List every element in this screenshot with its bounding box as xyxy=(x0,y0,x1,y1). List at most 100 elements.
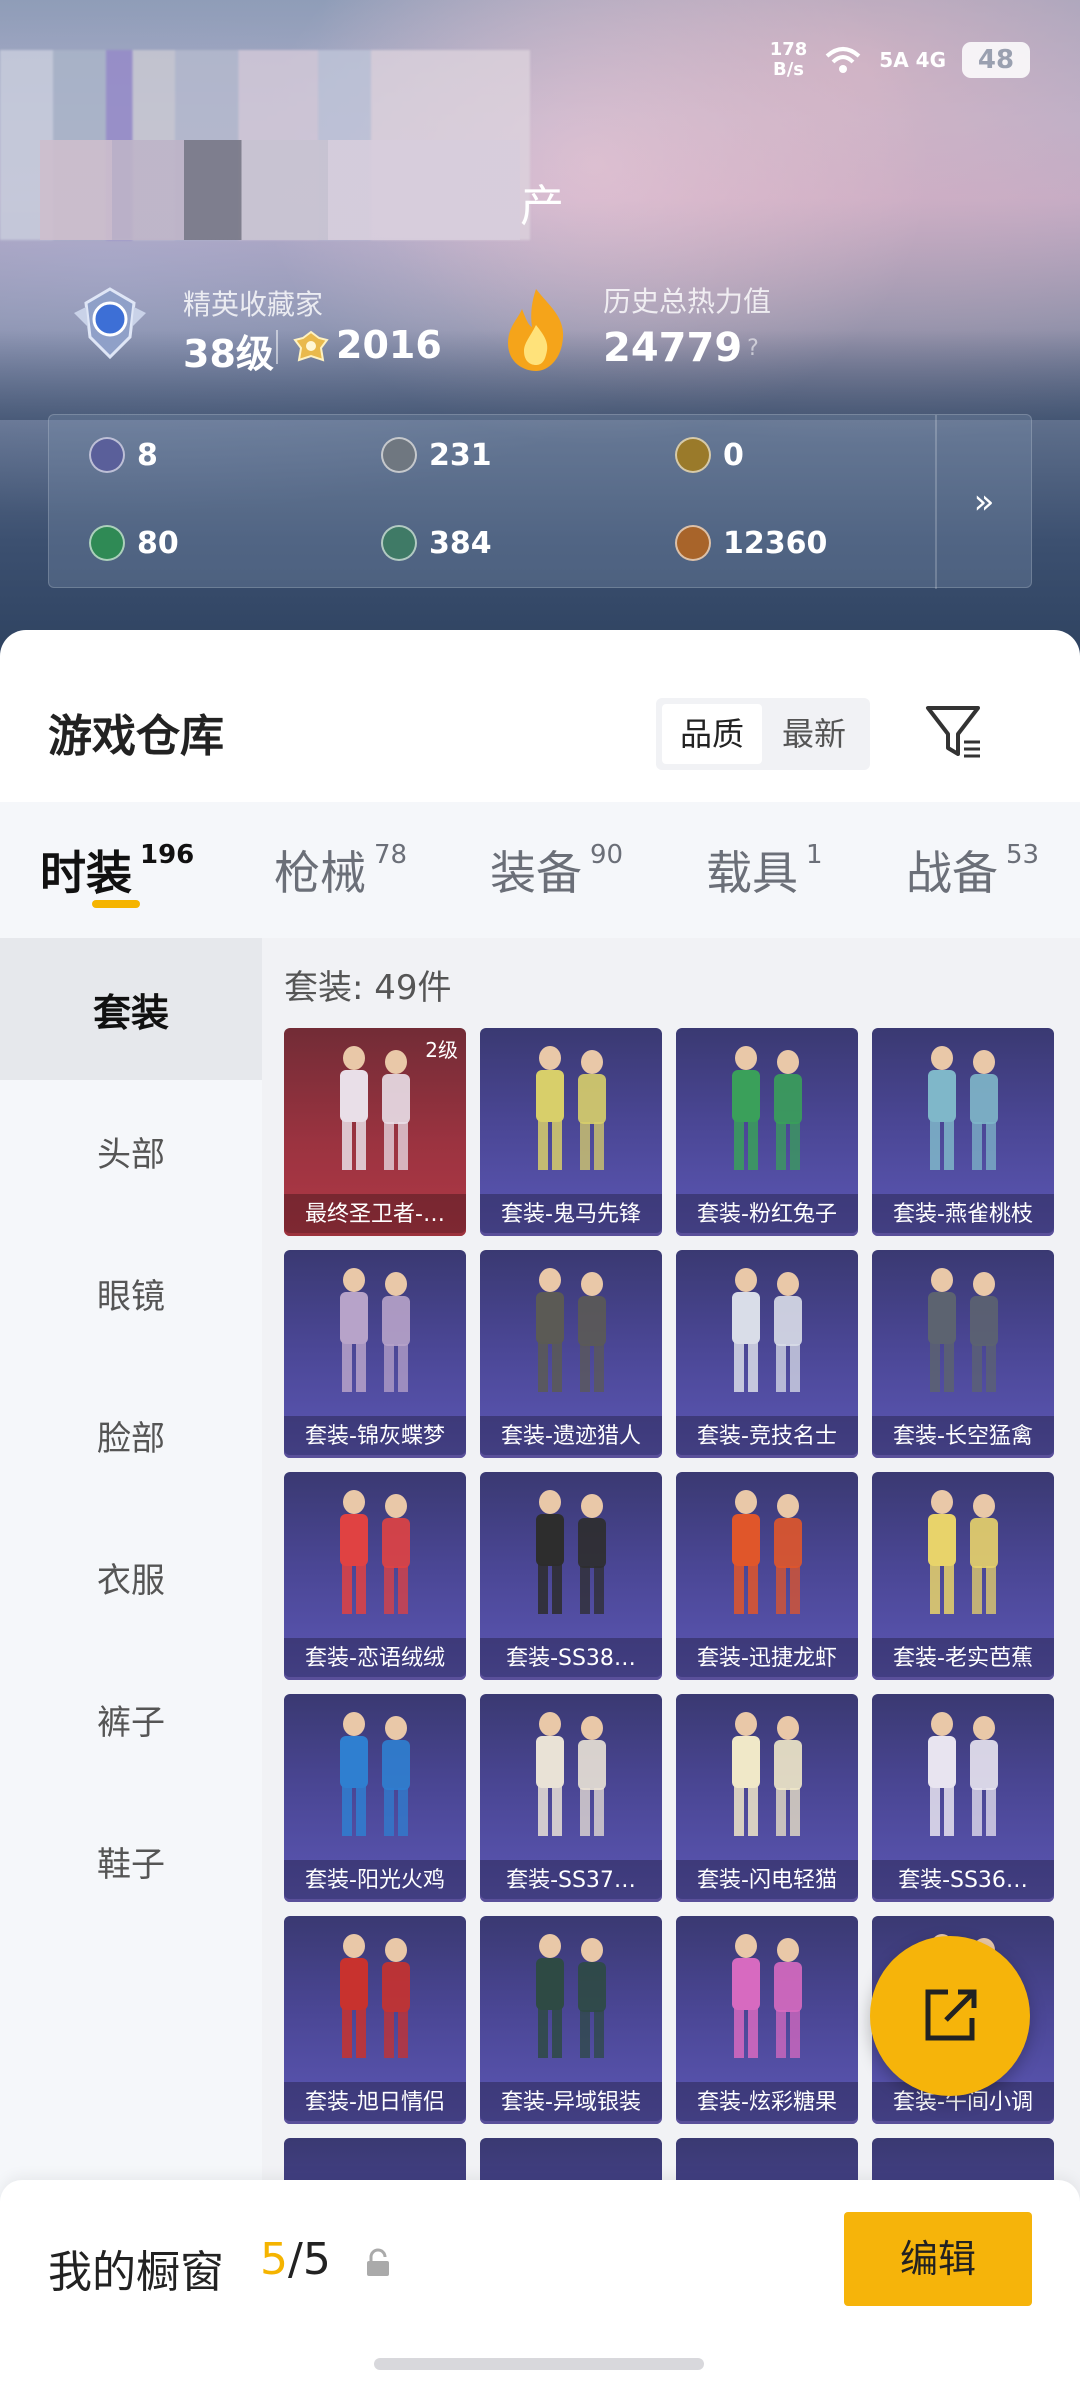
outfit-figure xyxy=(536,1268,606,1392)
tab-equipment[interactable]: 装备 90 xyxy=(490,802,623,938)
silver-coin-icon xyxy=(381,437,417,473)
showcase-title: 我的橱窗 xyxy=(48,2247,224,2298)
tab-fashion[interactable]: 时装 196 xyxy=(40,802,194,938)
items-count-label: 套装: 49件 xyxy=(284,968,452,1008)
item-card[interactable]: 套装-老实芭蕉 xyxy=(872,1472,1054,1680)
outfit-figure xyxy=(732,1046,802,1170)
item-name: 套装-燕雀桃枝 xyxy=(872,1194,1054,1236)
share-icon xyxy=(925,1989,977,2041)
item-card[interactable]: 套装-阳光火鸡 xyxy=(284,1694,466,1902)
item-card[interactable]: 套装-迅捷龙虾 xyxy=(676,1472,858,1680)
item-name: 套装-异域银装 xyxy=(480,2082,662,2124)
item-card[interactable]: 套装-SS38… xyxy=(480,1472,662,1680)
item-card[interactable]: 套装-炫彩糖果 xyxy=(676,1916,858,2124)
outfit-figure xyxy=(536,1046,606,1170)
resource-item: 8 xyxy=(89,437,158,473)
card-icon xyxy=(89,437,125,473)
item-card[interactable]: 套装-旭日情侣 xyxy=(284,1916,466,2124)
outfit-figure xyxy=(340,1934,410,2058)
tab-weapons[interactable]: 枪械 78 xyxy=(274,802,407,938)
collector-rank-name: 精英收藏家 xyxy=(183,288,324,321)
item-card[interactable]: 套装-遗迹猎人 xyxy=(480,1250,662,1458)
cellular-signal: 5A 4G xyxy=(879,48,946,72)
sidebar-item-shoes[interactable]: 鞋子 xyxy=(0,1790,262,1932)
item-card[interactable]: 套装-锦灰蝶梦 xyxy=(284,1250,466,1458)
item-card[interactable]: 套装-长空猛禽 xyxy=(872,1250,1054,1458)
resource-value: 0 xyxy=(723,437,744,473)
sidebar-item-pants[interactable]: 裤子 xyxy=(0,1648,262,1790)
lock-icon xyxy=(367,2248,389,2276)
item-name: 套装-迅捷龙虾 xyxy=(676,1638,858,1680)
sidebar-item-suits[interactable]: 套装 xyxy=(0,938,262,1080)
item-name: 套装-SS38… xyxy=(480,1638,662,1680)
item-card[interactable]: 套装-异域银装 xyxy=(480,1916,662,2124)
tab-vehicles[interactable]: 载具 1 xyxy=(706,802,823,938)
item-name: 套装-旭日情侣 xyxy=(284,2082,466,2124)
flame-icon xyxy=(508,289,564,371)
category-tabs: 时装 196 枪械 78 装备 90 载具 1 战备 53 xyxy=(0,802,1080,938)
item-card[interactable]: 套装-闪电轻猫 xyxy=(676,1694,858,1902)
outfit-figure xyxy=(928,1268,998,1392)
hero-banner: 产 178 B/s 5A 4G 48 精英收藏家 38级 2016 历史总热力值… xyxy=(0,0,1080,660)
resource-item: 80 xyxy=(89,525,179,561)
teal-coin-icon xyxy=(381,525,417,561)
resource-item: 384 xyxy=(381,525,492,561)
outfit-figure xyxy=(928,1046,998,1170)
item-name: 套装-老实芭蕉 xyxy=(872,1638,1054,1680)
resource-value: 12360 xyxy=(723,525,828,561)
item-card[interactable]: 2级 最终圣卫者-… xyxy=(284,1028,466,1236)
resource-value: 384 xyxy=(429,525,492,561)
sort-quality-button[interactable]: 品质 xyxy=(662,704,762,764)
item-name: 套装-锦灰蝶梦 xyxy=(284,1416,466,1458)
sort-newest-button[interactable]: 最新 xyxy=(764,704,864,764)
divider xyxy=(276,330,278,364)
page-title-fragment: 产 xyxy=(520,181,564,232)
outfit-figure xyxy=(340,1490,410,1614)
resource-item: 12360 xyxy=(675,525,827,561)
home-indicator xyxy=(374,2358,704,2370)
tab-supplies[interactable]: 战备 53 xyxy=(906,802,1039,938)
item-name: 套装-炫彩糖果 xyxy=(676,2082,858,2124)
sidebar-item-glasses[interactable]: 眼镜 xyxy=(0,1222,262,1364)
net-speed: 178 B/s xyxy=(769,39,808,80)
sidebar-item-face[interactable]: 脸部 xyxy=(0,1364,262,1506)
showcase-count: 5/5 xyxy=(260,2234,331,2285)
item-name: 套装-SS37… xyxy=(480,1860,662,1902)
item-card[interactable]: 套装-鬼马先锋 xyxy=(480,1028,662,1236)
sidebar-item-clothes[interactable]: 衣服 xyxy=(0,1506,262,1648)
item-name: 套装-鬼马先锋 xyxy=(480,1194,662,1236)
resources-panel: 8 231 0 80 384 12360 » xyxy=(48,414,1032,589)
redacted-area-lower xyxy=(40,140,520,240)
sort-toggle: 品质 最新 xyxy=(656,698,870,770)
item-card[interactable]: 套装-燕雀桃枝 xyxy=(872,1028,1054,1236)
item-card[interactable]: 套装-粉红兔子 xyxy=(676,1028,858,1236)
outfit-figure xyxy=(928,1712,998,1836)
sidebar-item-head[interactable]: 头部 xyxy=(0,1080,262,1222)
item-card[interactable]: 套装-SS36… xyxy=(872,1694,1054,1902)
collector-points: 2016 xyxy=(336,323,442,367)
item-name: 最终圣卫者-… xyxy=(284,1194,466,1236)
share-button[interactable] xyxy=(870,1936,1030,2096)
item-name: 套装-SS36… xyxy=(872,1860,1054,1902)
outfit-figure xyxy=(732,1490,802,1614)
help-icon[interactable]: ? xyxy=(738,334,768,364)
outfit-figure xyxy=(536,1934,606,2058)
outfit-figure xyxy=(928,1490,998,1614)
bronze-coin-icon xyxy=(675,525,711,561)
outfit-figure xyxy=(732,1934,802,2058)
resource-item: 231 xyxy=(381,437,492,473)
resources-more-button[interactable]: » xyxy=(935,415,1031,589)
outfit-figure xyxy=(732,1268,802,1392)
heat-value: 24779 xyxy=(603,325,743,371)
item-card[interactable]: 套装-SS37… xyxy=(480,1694,662,1902)
item-name: 套装-竞技名士 xyxy=(676,1416,858,1458)
resource-value: 231 xyxy=(429,437,492,473)
warehouse-title: 游戏仓库 xyxy=(48,711,224,762)
outfit-figure xyxy=(536,1712,606,1836)
item-card[interactable]: 套装-竞技名士 xyxy=(676,1250,858,1458)
active-tab-indicator xyxy=(92,900,140,908)
item-card[interactable]: 套装-恋语绒绒 xyxy=(284,1472,466,1680)
edit-button[interactable]: 编辑 xyxy=(844,2212,1032,2306)
filter-icon[interactable] xyxy=(924,702,984,762)
outfit-figure xyxy=(536,1490,606,1614)
